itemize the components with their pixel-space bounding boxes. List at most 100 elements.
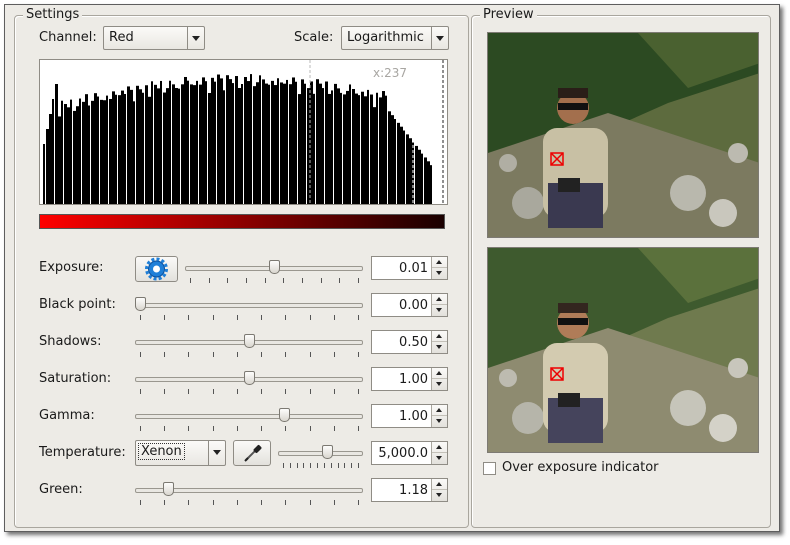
increment-arrow-icon[interactable] [432, 442, 447, 453]
spin-buttons [431, 331, 447, 353]
slider-thumb[interactable] [269, 260, 280, 274]
histogram-bar [367, 89, 369, 204]
histogram-bar [394, 119, 396, 204]
channel-select[interactable]: Red [103, 26, 205, 50]
control-label: Green: [39, 482, 83, 497]
histogram-bar [325, 81, 328, 204]
slider-thumb[interactable] [244, 334, 255, 348]
preview-image-original[interactable] [487, 32, 759, 238]
control-slider[interactable] [135, 369, 363, 389]
slider-thumb[interactable] [322, 445, 333, 459]
color-picker-button[interactable] [233, 440, 271, 466]
settings-frame-title: Settings [23, 7, 83, 22]
histogram[interactable]: x:237 [39, 59, 448, 205]
value-spinbutton[interactable]: 0.00 [371, 293, 448, 317]
histogram-bar [283, 83, 286, 204]
value-spinbutton[interactable]: 1.00 [371, 367, 448, 391]
slider-thumb[interactable] [279, 408, 290, 422]
slider-thumb[interactable] [135, 297, 146, 311]
increment-arrow-icon[interactable] [432, 331, 447, 342]
histogram-bar [337, 88, 340, 204]
temperature-preset-select[interactable]: Xenon [135, 440, 226, 466]
histogram-bar [73, 110, 76, 204]
scale-select[interactable]: Logarithmic [341, 26, 449, 50]
histogram-bar [391, 115, 394, 204]
histogram-bar [115, 94, 117, 204]
value-text: 1.00 [399, 372, 428, 387]
histogram-bar [97, 96, 99, 204]
histogram-bar [157, 88, 160, 204]
channel-value: Red [109, 30, 134, 45]
increment-arrow-icon[interactable] [432, 405, 447, 416]
auto-exposure-button[interactable] [135, 256, 178, 282]
overexposure-checkbox[interactable] [483, 462, 496, 475]
decrement-arrow-icon[interactable] [432, 490, 447, 501]
value-spinbutton[interactable]: 1.00 [371, 404, 448, 428]
decrement-arrow-icon[interactable] [432, 416, 447, 427]
histogram-bar [241, 84, 243, 204]
histogram-bar [205, 81, 207, 204]
increment-arrow-icon[interactable] [432, 479, 447, 490]
chevron-down-icon[interactable] [431, 27, 448, 49]
control-slider[interactable] [135, 406, 363, 426]
value-spinbutton[interactable]: 1.18 [371, 478, 448, 502]
histogram-bar [286, 79, 288, 204]
control-slider[interactable] [185, 258, 363, 278]
decrement-arrow-icon[interactable] [432, 305, 447, 316]
histogram-bar [85, 94, 88, 204]
control-slider[interactable] [135, 295, 363, 315]
slider-track [135, 303, 363, 308]
histogram-bar [82, 101, 85, 204]
increment-arrow-icon[interactable] [432, 257, 447, 268]
histogram-bar [217, 74, 220, 204]
slider-ticks [135, 352, 363, 358]
decrement-arrow-icon[interactable] [432, 453, 447, 464]
histogram-bar [223, 90, 225, 204]
histogram-bar [94, 93, 97, 204]
histogram-bar [55, 84, 58, 204]
increment-arrow-icon[interactable] [432, 294, 447, 305]
histogram-bar [238, 88, 241, 204]
slider-track [278, 451, 363, 456]
histogram-bar [163, 92, 166, 204]
decrement-arrow-icon[interactable] [432, 342, 447, 353]
value-spinbutton[interactable]: 5,000.0 [371, 441, 448, 465]
histogram-bar [220, 78, 223, 204]
slider-ticks [135, 500, 363, 506]
preview-image-processed[interactable] [487, 247, 759, 453]
value-text: 1.00 [399, 409, 428, 424]
histogram-bar [160, 80, 162, 204]
decrement-arrow-icon[interactable] [432, 379, 447, 390]
histogram-bar [61, 100, 63, 204]
overexposure-label: Over exposure indicator [502, 460, 659, 475]
histogram-bar [340, 92, 342, 204]
chevron-down-icon[interactable] [208, 441, 225, 465]
histogram-bar [136, 85, 139, 204]
decrement-arrow-icon[interactable] [432, 268, 447, 279]
control-slider[interactable] [278, 443, 363, 463]
histogram-bar [106, 95, 108, 204]
histogram-bar [313, 93, 315, 204]
histogram-bar [172, 84, 175, 204]
control-slider[interactable] [135, 480, 363, 500]
chevron-down-icon[interactable] [187, 27, 204, 49]
histogram-bar [289, 84, 292, 204]
control-label: Exposure: [39, 260, 104, 275]
histogram-bar [199, 84, 202, 204]
slider-ticks [278, 463, 363, 469]
histogram-bar [262, 79, 265, 204]
histogram-bar [319, 83, 322, 204]
control-slider[interactable] [135, 332, 363, 352]
value-spinbutton[interactable]: 0.01 [371, 256, 448, 280]
slider-track [135, 414, 363, 419]
histogram-bar [280, 82, 283, 204]
spin-buttons [431, 294, 447, 316]
histogram-bar [256, 82, 259, 204]
value-spinbutton[interactable]: 0.50 [371, 330, 448, 354]
slider-thumb[interactable] [244, 371, 255, 385]
histogram-bar [118, 95, 121, 204]
increment-arrow-icon[interactable] [432, 368, 447, 379]
slider-thumb[interactable] [163, 482, 174, 496]
histogram-bar [274, 85, 277, 204]
control-label: Saturation: [39, 371, 112, 386]
